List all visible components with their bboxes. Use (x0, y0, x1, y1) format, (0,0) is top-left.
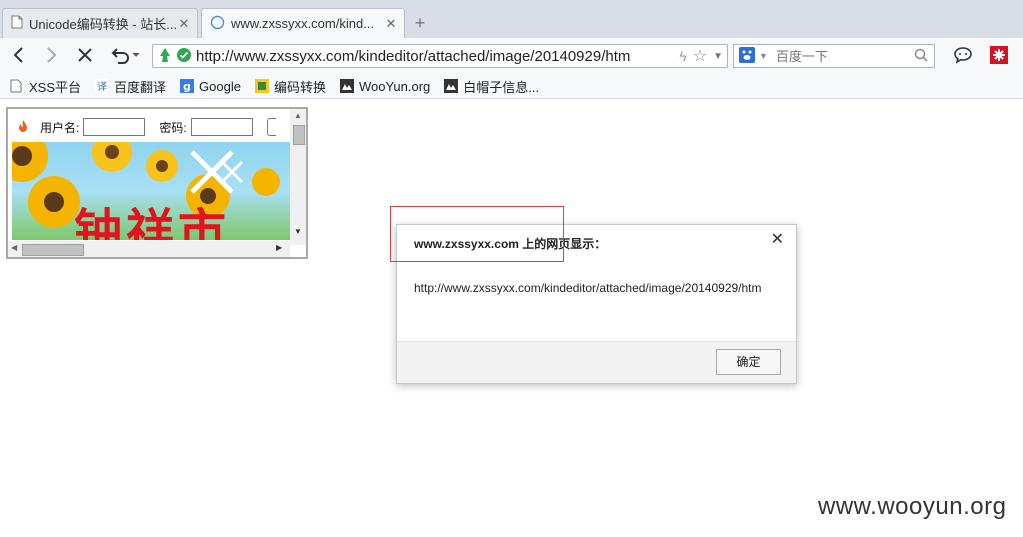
search-input[interactable] (771, 48, 914, 64)
bookmark-label: XSS平台 (29, 79, 82, 95)
password-input[interactable] (190, 118, 253, 136)
stop-button[interactable] (74, 46, 96, 68)
dialog-footer: 确定 (397, 341, 796, 383)
lightning-icon[interactable]: ϟ (679, 48, 686, 64)
forward-arrow-icon (47, 47, 57, 63)
dropdown-arrow-icon[interactable]: ▼ (713, 51, 723, 62)
whitehat-icon (444, 79, 459, 93)
address-bar[interactable]: http://www.zxssyxx.com/kindeditor/attach… (152, 44, 728, 68)
bookmark-whitehat[interactable]: 白帽子信息... (444, 77, 539, 96)
chat-bubble-icon (954, 47, 972, 64)
login-button-partial[interactable] (266, 118, 276, 136)
bookmark-encode[interactable]: 编码转换 (254, 77, 326, 96)
search-icon[interactable] (914, 48, 928, 65)
highlight-box (390, 206, 564, 262)
username-label: 用户名: (40, 120, 80, 135)
svg-text:g: g (183, 80, 191, 93)
back-button[interactable] (8, 46, 30, 68)
extension-button[interactable] (988, 46, 1010, 68)
navigation-bar: http://www.zxssyxx.com/kindeditor/attach… (0, 38, 1023, 74)
chat-button[interactable] (952, 46, 974, 68)
undo-icon (111, 48, 140, 64)
tab-strip: Unicode编码转换 - 站长... ✕ www.zxssyxx.com/ki… (0, 0, 1023, 38)
bookmark-label: 百度翻译 (114, 79, 167, 95)
dialog-message: http://www.zxssyxx.com/kindeditor/attach… (414, 281, 762, 295)
bookmark-label: 编码转换 (273, 79, 326, 95)
bookmark-wooyun[interactable]: WooYun.org (339, 78, 431, 94)
vertical-scroll-thumb[interactable] (293, 125, 305, 145)
tab-title: Unicode编码转换 - 站长... (29, 17, 177, 32)
forward-button[interactable] (40, 46, 62, 68)
document-icon (11, 15, 23, 32)
search-box[interactable]: ▼ (733, 44, 935, 68)
secure-shield-icon[interactable] (176, 47, 192, 66)
ok-button[interactable]: 确定 (716, 349, 781, 375)
scroll-right-icon[interactable]: ▶ (276, 243, 282, 252)
encode-icon (254, 79, 269, 93)
new-tab-button[interactable]: + (408, 12, 432, 34)
tab-close-icon[interactable]: ✕ (177, 16, 191, 32)
translate-icon: 译 (95, 79, 110, 93)
bookmarks-bar: XSS平台 译 百度翻译 g Google 编码转换 WooYun.org 白帽… (0, 74, 1023, 99)
scroll-left-icon[interactable]: ◀ (11, 243, 17, 252)
embedded-frame: 用户名: 密码: 钟祥市 ▲ ▼ ◀ ▶ (6, 107, 308, 259)
tab-close-icon[interactable]: ✕ (384, 16, 398, 32)
vertical-scrollbar[interactable]: ▲ ▼ (290, 109, 306, 245)
scroll-up-icon[interactable]: ▲ (294, 111, 302, 120)
bookmark-google[interactable]: g Google (180, 79, 241, 94)
speed-mode-icon[interactable] (158, 47, 172, 66)
page-icon (10, 79, 24, 93)
stop-icon (78, 48, 92, 62)
url-text[interactable]: http://www.zxssyxx.com/kindeditor/attach… (196, 48, 679, 65)
tab-zxssyxx[interactable]: www.zxssyxx.com/kind... ✕ (201, 8, 405, 38)
star-bookmark-icon[interactable]: ☆ (693, 46, 707, 66)
login-row: 用户名: 密码: (8, 109, 290, 145)
watermark: www.wooyun.org (818, 493, 1007, 520)
google-icon: g (180, 79, 195, 93)
username-input[interactable] (83, 118, 146, 136)
password-label: 密码: (159, 120, 187, 135)
flame-icon (18, 119, 28, 136)
wooyun-icon (339, 79, 354, 93)
engine-dropdown-icon[interactable]: ▼ (759, 51, 768, 61)
horizontal-scroll-thumb[interactable] (22, 244, 84, 256)
bookmark-baidu-translate[interactable]: 译 百度翻译 (95, 77, 166, 96)
bookmark-label: 白帽子信息... (463, 79, 540, 95)
bookmark-xss[interactable]: XSS平台 (10, 77, 81, 96)
svg-text:译: 译 (97, 81, 107, 93)
bookmark-label: WooYun.org (358, 78, 431, 94)
bookmark-label: Google (199, 78, 241, 94)
banner-image: 钟祥市 (12, 142, 290, 240)
banner-title: 钟祥市 (74, 204, 231, 240)
baidu-paw-icon[interactable] (739, 46, 755, 66)
undo-close-button[interactable] (108, 46, 142, 68)
tab-unicode[interactable]: Unicode编码转换 - 站长... ✕ (2, 8, 198, 38)
red-cross-extension-icon (990, 46, 1008, 64)
loading-globe-icon (210, 15, 225, 33)
back-arrow-icon (13, 47, 23, 63)
horizontal-scrollbar[interactable]: ◀ ▶ (8, 241, 290, 257)
scroll-down-icon[interactable]: ▼ (294, 227, 302, 236)
tab-title: www.zxssyxx.com/kind... (231, 16, 375, 31)
close-icon[interactable]: ✕ (771, 229, 784, 249)
